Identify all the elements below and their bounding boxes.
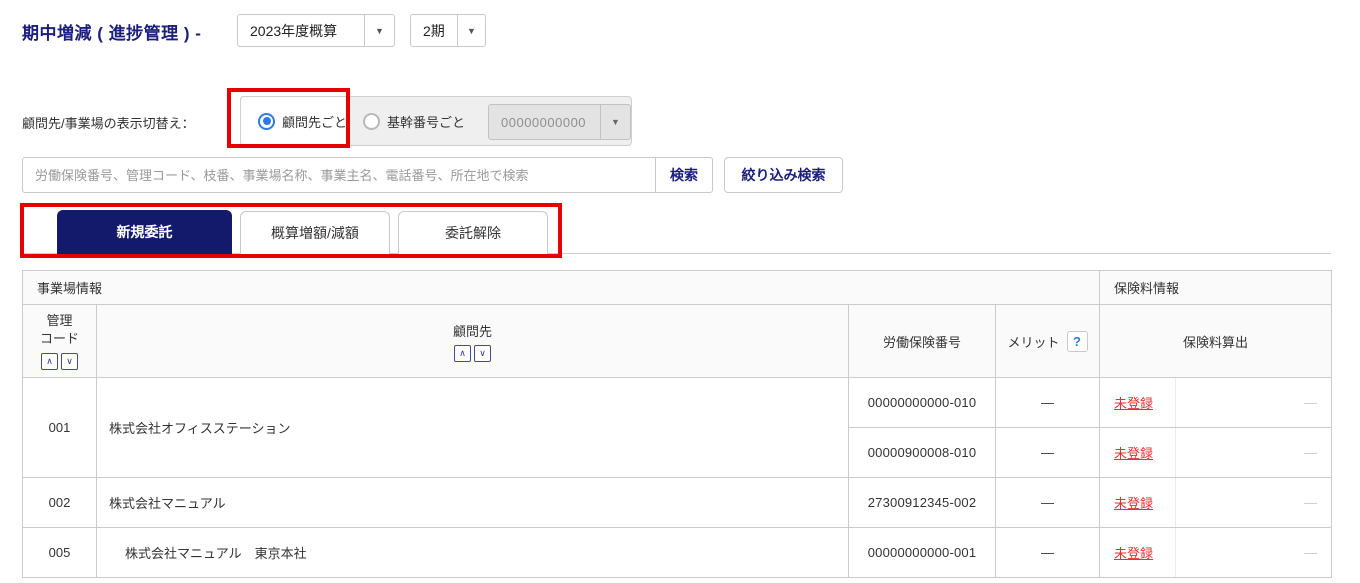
col-header-management-code: 管理 コード ∧ ∨ bbox=[22, 304, 97, 378]
merit-cell: ― bbox=[994, 477, 1101, 528]
col-header-merit: メリット ? bbox=[994, 304, 1101, 378]
radio-checked-icon bbox=[258, 112, 275, 130]
group-header-insurance-info: 保険料情報 bbox=[1099, 270, 1333, 305]
client-label: 顧問先 bbox=[452, 323, 492, 339]
radio-by-base-number-label: 基幹番号ごと bbox=[387, 114, 466, 130]
sort-desc-icon[interactable]: ∨ bbox=[61, 352, 78, 370]
group-header-office-info: 事業場情報 bbox=[21, 270, 1101, 305]
search-input[interactable] bbox=[22, 157, 656, 193]
premium-calc-cell: 未登録 — bbox=[1099, 427, 1333, 478]
premium-dash: — bbox=[1175, 528, 1331, 577]
fiscal-year-select-value: 2023年度概算 bbox=[250, 22, 338, 39]
labor-insurance-no-cell: 27300912345-002 bbox=[848, 477, 996, 528]
tab-consignment-cancellation[interactable]: 委託解除 bbox=[398, 211, 548, 254]
dropdown-arrow-icon: ▼ bbox=[456, 15, 485, 46]
col-header-client: 顧問先 ∧ ∨ bbox=[96, 304, 849, 378]
base-number-select: 00000000000 ▼ bbox=[488, 104, 631, 140]
labor-insurance-no-cell: 00000000000-010 bbox=[848, 377, 996, 428]
col-header-premium-calc: 保険料算出 bbox=[1099, 304, 1333, 378]
unregistered-link[interactable]: 未登録 bbox=[1114, 393, 1153, 412]
filter-search-button[interactable]: 絞り込み検索 bbox=[724, 157, 843, 193]
dropdown-arrow-icon: ▼ bbox=[364, 15, 394, 46]
management-code-label-line1: 管理 bbox=[46, 313, 73, 329]
radio-by-base-number[interactable]: 基幹番号ごと bbox=[363, 97, 465, 145]
company-name-cell: 株式会社マニュアル 東京本社 bbox=[96, 527, 849, 578]
term-select[interactable]: 2期 ▼ bbox=[410, 14, 486, 47]
premium-dash: — bbox=[1175, 428, 1331, 477]
col-header-labor-insurance-no: 労働保険番号 bbox=[848, 304, 996, 378]
premium-dash: — bbox=[1175, 378, 1331, 427]
premium-dash: — bbox=[1175, 478, 1331, 527]
company-name-cell: 株式会社オフィスステーション bbox=[96, 377, 849, 478]
radio-by-client-label: 顧問先ごと bbox=[282, 114, 348, 130]
sort-asc-icon[interactable]: ∧ bbox=[454, 344, 471, 362]
dropdown-arrow-icon: ▼ bbox=[600, 105, 630, 139]
unregistered-link[interactable]: 未登録 bbox=[1114, 443, 1153, 462]
base-number-select-value: 00000000000 bbox=[501, 114, 587, 130]
table-row: 002 株式会社マニュアル 27300912345-002 ― 未登録 — bbox=[22, 477, 1333, 528]
fiscal-year-select[interactable]: 2023年度概算 ▼ bbox=[237, 14, 395, 47]
tab-new-consignment[interactable]: 新規委託 bbox=[57, 210, 232, 254]
merit-help-icon[interactable]: ? bbox=[1066, 330, 1088, 352]
radio-by-client[interactable]: 顧問先ごと bbox=[258, 97, 347, 145]
labor-insurance-no-cell: 00000000000-001 bbox=[848, 527, 996, 578]
unregistered-link[interactable]: 未登録 bbox=[1114, 493, 1153, 512]
merit-label: メリット bbox=[1007, 334, 1060, 350]
premium-calc-cell: 未登録 — bbox=[1099, 377, 1333, 428]
management-code-cell: 001 bbox=[22, 377, 97, 478]
sort-asc-icon[interactable]: ∧ bbox=[41, 352, 58, 370]
premium-calc-cell: 未登録 — bbox=[1099, 527, 1333, 578]
progress-table: 事業場情報 保険料情報 管理 コード ∧ ∨ 顧問先 ∧ ∨ 労働保険番号 メリ… bbox=[21, 270, 1333, 578]
management-code-cell: 005 bbox=[22, 527, 97, 578]
sort-desc-icon[interactable]: ∨ bbox=[474, 344, 491, 362]
table-column-header-row: 管理 コード ∧ ∨ 顧問先 ∧ ∨ 労働保険番号 メリット ? 保険料算出 bbox=[22, 304, 1333, 378]
unregistered-link[interactable]: 未登録 bbox=[1114, 543, 1153, 562]
table-row: 005 株式会社マニュアル 東京本社 00000000000-001 ― 未登録… bbox=[22, 527, 1333, 578]
premium-calc-cell: 未登録 — bbox=[1099, 477, 1333, 528]
search-button[interactable]: 検索 bbox=[655, 157, 713, 193]
term-select-value: 2期 bbox=[423, 22, 445, 39]
merit-cell: ― bbox=[994, 377, 1101, 428]
management-code-label-line2: コード bbox=[39, 331, 79, 346]
view-switch-label: 顧問先/事業場の表示切替え： bbox=[22, 116, 195, 131]
management-code-cell: 002 bbox=[22, 477, 97, 528]
page-title: 期中増減 ( 進捗管理 ) - bbox=[22, 24, 202, 43]
page: 期中増減 ( 進捗管理 ) - 2023年度概算 ▼ 2期 ▼ 顧問先/事業場の… bbox=[0, 0, 1360, 583]
labor-insurance-no-cell: 00000900008-010 bbox=[848, 427, 996, 478]
radio-unchecked-icon bbox=[363, 112, 380, 130]
table-row: 001 株式会社オフィスステーション 00000000000-010 ― 未登録… bbox=[22, 377, 1333, 478]
tab-estimate-increase-decrease[interactable]: 概算増額/減額 bbox=[240, 211, 390, 254]
view-switch-panel: 顧問先ごと 基幹番号ごと 00000000000 ▼ bbox=[240, 96, 632, 146]
merit-cell: ― bbox=[994, 527, 1101, 578]
company-name-cell: 株式会社マニュアル bbox=[96, 477, 849, 528]
merit-cell: ― bbox=[994, 427, 1101, 478]
table-group-header-row: 事業場情報 保険料情報 bbox=[21, 270, 1333, 305]
